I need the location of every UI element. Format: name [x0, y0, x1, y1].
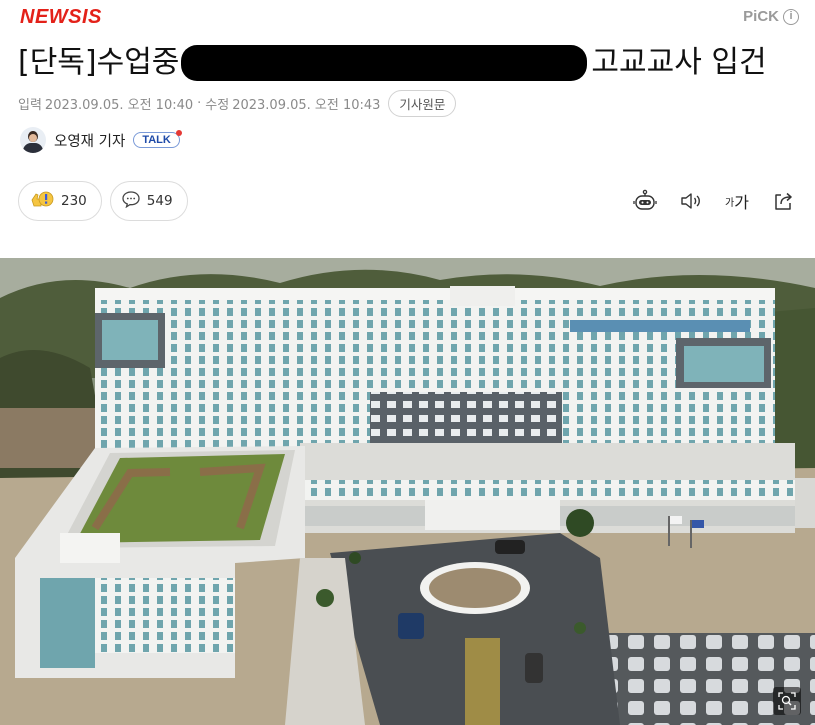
article-meta: 입력 2023.09.05. 오전 10:40 · 수정 2023.09.05.… — [18, 90, 457, 117]
update-time: 2023.09.05. 오전 10:43 — [232, 98, 381, 113]
talk-label: TALK — [142, 134, 171, 146]
zoom-button[interactable] — [773, 687, 801, 715]
update-label: 수정 — [205, 98, 230, 113]
pick-badge[interactable]: PiCK i — [743, 8, 799, 25]
speaker-icon[interactable] — [677, 187, 705, 215]
share-icon[interactable] — [769, 187, 797, 215]
talk-button[interactable]: TALK — [133, 130, 182, 148]
like-count: 230 — [61, 193, 87, 209]
reporter-row: 오영재 기자 TALK — [20, 127, 182, 153]
comment-count: 549 — [146, 193, 173, 209]
article-tools: 가가 — [631, 187, 797, 215]
input-label: 입력 — [18, 98, 42, 113]
like-button[interactable]: 230 — [18, 181, 102, 221]
comment-icon — [121, 190, 141, 212]
font-size-small-label: 가 — [725, 197, 735, 209]
headline-prefix: [단독]수업중 — [18, 44, 180, 80]
reporter-avatar[interactable] — [20, 127, 46, 153]
reaction-row: 230 549 — [18, 181, 188, 221]
article-photo[interactable] — [0, 258, 815, 725]
headline-suffix: 고교교사 입건 — [591, 44, 767, 80]
reaction-emoji-icon — [29, 188, 55, 214]
notification-dot — [175, 130, 182, 136]
input-time: 2023.09.05. 오전 10:40 — [44, 98, 194, 113]
article-headline: [단독]수업중 고교교사 입건 — [18, 42, 808, 84]
comment-button[interactable]: 549 — [109, 181, 188, 221]
building-aerial-image — [0, 258, 815, 725]
newsis-logo[interactable]: NEWSIS — [20, 6, 102, 29]
redaction-bar — [181, 44, 588, 81]
pick-label: PiCK — [743, 8, 779, 25]
magnifier-icon — [778, 692, 796, 710]
ai-summary-bot-icon[interactable] — [631, 187, 659, 215]
top-bar: NEWSIS PiCK i — [0, 0, 815, 36]
info-icon[interactable]: i — [783, 8, 799, 25]
reporter-name[interactable]: 오영재 기자 — [54, 130, 125, 151]
font-size-button[interactable]: 가가 — [723, 187, 751, 215]
font-size-large-label: 가 — [734, 193, 749, 212]
meta-separator: · — [197, 96, 202, 111]
original-article-button[interactable]: 기사원문 — [388, 90, 457, 117]
